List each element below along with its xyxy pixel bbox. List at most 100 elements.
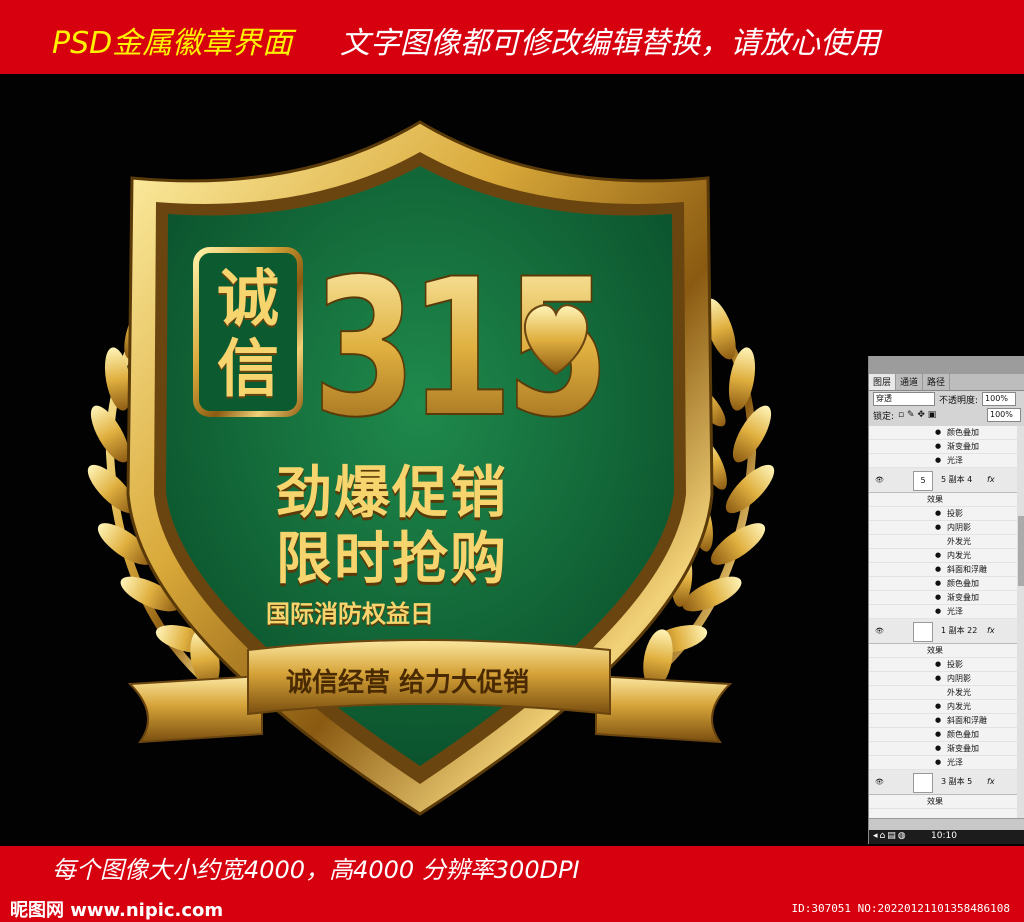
effect-row[interactable]: ● 颜色叠加 bbox=[869, 426, 1017, 440]
promo-line-2: 限时抢购 bbox=[276, 527, 508, 592]
tab-layers[interactable]: 图层 bbox=[869, 374, 897, 390]
eye-icon[interactable]: 👁 bbox=[875, 468, 884, 492]
eye-icon[interactable]: ● bbox=[935, 426, 941, 439]
layer-thumbnail bbox=[913, 622, 933, 642]
site-logo[interactable]: 昵图网 www.nipic.com bbox=[10, 896, 223, 922]
panel-titlebar[interactable] bbox=[869, 356, 1024, 374]
lock-icons[interactable]: ▫ ✎ ✥ ▣ bbox=[898, 410, 936, 420]
effect-row[interactable]: ● 内阴影 bbox=[869, 672, 1017, 686]
eye-icon[interactable]: ● bbox=[935, 714, 941, 727]
effect-name: 光泽 bbox=[947, 758, 963, 767]
eye-icon[interactable]: 👁 bbox=[875, 619, 884, 643]
fx-icon[interactable]: fx bbox=[987, 468, 995, 492]
effects-label: 效果 bbox=[927, 495, 943, 504]
effect-row[interactable]: ● 光泽 bbox=[869, 454, 1017, 468]
layer-row[interactable]: 👁 5 5 副本 4 fx bbox=[869, 468, 1017, 493]
eye-icon[interactable]: ● bbox=[935, 549, 941, 562]
effect-name: 外发光 bbox=[947, 537, 971, 546]
eye-icon[interactable]: ● bbox=[935, 521, 941, 534]
effect-row[interactable]: ● 渐变叠加 bbox=[869, 591, 1017, 605]
effect-row[interactable]: ● 内阴影 bbox=[869, 521, 1017, 535]
eye-icon[interactable]: ● bbox=[935, 440, 941, 453]
effects-group[interactable]: ●效果 bbox=[869, 795, 1017, 809]
tray-icons[interactable]: ◂⌂▤◍ bbox=[873, 831, 908, 841]
effect-row[interactable]: ● 光泽 bbox=[869, 756, 1017, 770]
os-taskbar: ◂⌂▤◍ 10:10 bbox=[869, 830, 1024, 844]
banner-title: PSD金属徽章界面 bbox=[52, 26, 293, 61]
eye-icon[interactable]: ● bbox=[935, 454, 941, 467]
effect-name: 颜色叠加 bbox=[947, 730, 979, 739]
opacity-input[interactable]: 100% bbox=[982, 392, 1017, 406]
effect-row[interactable]: ● 内发光 bbox=[869, 549, 1017, 563]
layers-panel: 图层 通道 路径 穿透 不透明度: 100% 锁定: ▫ ✎ ✥ ▣ 100% … bbox=[868, 356, 1024, 844]
effect-name: 投影 bbox=[947, 660, 963, 669]
effects-group[interactable]: ●效果 bbox=[869, 644, 1017, 658]
promo-line-3: 国际消防权益日 bbox=[266, 600, 434, 628]
eye-icon[interactable]: ● bbox=[935, 591, 941, 604]
image-id: ID:307051 NO:20220121101358486108 bbox=[791, 902, 1010, 915]
effect-name: 投影 bbox=[947, 509, 963, 518]
effect-row[interactable]: ● 颜色叠加 bbox=[869, 728, 1017, 742]
effect-name: 内发光 bbox=[947, 702, 971, 711]
effect-name: 内阴影 bbox=[947, 674, 971, 683]
effect-name: 外发光 bbox=[947, 688, 971, 697]
eye-icon[interactable]: ● bbox=[935, 672, 941, 685]
eye-icon[interactable]: ● bbox=[935, 700, 941, 713]
effect-name: 斜面和浮雕 bbox=[947, 716, 987, 725]
effect-row[interactable]: ● 颜色叠加 bbox=[869, 577, 1017, 591]
effect-name: 内发光 bbox=[947, 551, 971, 560]
effect-name: 颜色叠加 bbox=[947, 428, 979, 437]
effect-name: 渐变叠加 bbox=[947, 593, 979, 602]
effects-group[interactable]: ●效果 bbox=[869, 493, 1017, 507]
fill-input[interactable]: 100% bbox=[987, 408, 1021, 422]
bottom-banner: 每个图像大小约宽4000，高4000 分辨率300DPI 昵图网 www.nip… bbox=[0, 846, 1024, 922]
eye-icon[interactable]: 👁 bbox=[875, 770, 884, 794]
layer-row[interactable]: 👁 3 副本 5 fx bbox=[869, 770, 1017, 795]
layer-thumbnail bbox=[913, 773, 933, 793]
eye-icon[interactable]: ● bbox=[935, 563, 941, 576]
effect-row[interactable]: ● 渐变叠加 bbox=[869, 742, 1017, 756]
effect-name: 斜面和浮雕 bbox=[947, 565, 987, 574]
effect-row[interactable]: ● 投影 bbox=[869, 507, 1017, 521]
eye-icon[interactable]: ● bbox=[935, 742, 941, 755]
effect-name: 渐变叠加 bbox=[947, 744, 979, 753]
layer-name: 1 副本 22 bbox=[941, 626, 978, 635]
top-banner: PSD金属徽章界面 文字图像都可修改编辑替换，请放心使用 bbox=[0, 0, 1024, 74]
effect-name: 光泽 bbox=[947, 607, 963, 616]
layer-row[interactable]: 👁 1 副本 22 fx bbox=[869, 619, 1017, 644]
image-info: 每个图像大小约宽4000，高4000 分辨率300DPI bbox=[52, 856, 580, 884]
effect-row[interactable]: ● 投影 bbox=[869, 658, 1017, 672]
eye-icon[interactable]: ● bbox=[935, 756, 941, 769]
layers-list: ●颜色叠加●渐变叠加●光泽👁55 副本 4fx●效果●投影●内阴影外发光●内发光… bbox=[869, 426, 1017, 818]
taskbar-clock: 10:10 bbox=[931, 831, 957, 841]
fx-icon[interactable]: fx bbox=[987, 619, 995, 643]
effect-row[interactable]: ● 渐变叠加 bbox=[869, 440, 1017, 454]
effect-row[interactable]: ● 斜面和浮雕 bbox=[869, 563, 1017, 577]
layer-thumbnail: 5 bbox=[913, 471, 933, 491]
eye-icon[interactable]: ● bbox=[935, 507, 941, 520]
ribbon-text: 诚信经营 给力大促销 bbox=[286, 668, 530, 698]
effect-row[interactable]: ● 内发光 bbox=[869, 700, 1017, 714]
effect-row[interactable]: 外发光 bbox=[869, 686, 1017, 700]
eye-icon[interactable]: ● bbox=[935, 577, 941, 590]
eye-icon[interactable]: ● bbox=[935, 658, 941, 671]
tab-channels[interactable]: 通道 bbox=[896, 374, 924, 390]
fx-icon[interactable]: fx bbox=[987, 770, 995, 794]
effect-row[interactable]: 外发光 bbox=[869, 535, 1017, 549]
layers-scrollbar[interactable] bbox=[1017, 426, 1024, 818]
banner-subtitle: 文字图像都可修改编辑替换，请放心使用 bbox=[340, 26, 880, 61]
scroll-thumb[interactable] bbox=[1018, 516, 1024, 586]
effect-row[interactable]: ● 光泽 bbox=[869, 605, 1017, 619]
seal-text: 诚 信 bbox=[204, 254, 292, 414]
eye-icon[interactable]: ● bbox=[935, 728, 941, 741]
blend-mode-select[interactable]: 穿透 bbox=[873, 392, 935, 406]
effect-name: 内阴影 bbox=[947, 523, 971, 532]
layer-name: 5 副本 4 bbox=[941, 475, 973, 484]
eye-icon[interactable]: ● bbox=[935, 605, 941, 618]
tab-paths[interactable]: 路径 bbox=[923, 374, 951, 390]
layer-name: 3 副本 5 bbox=[941, 777, 973, 786]
blend-row: 穿透 不透明度: 100% bbox=[869, 391, 1024, 407]
effect-row[interactable]: ● 斜面和浮雕 bbox=[869, 714, 1017, 728]
effect-name: 渐变叠加 bbox=[947, 442, 979, 451]
lock-row: 锁定: ▫ ✎ ✥ ▣ 100% bbox=[869, 407, 1024, 423]
